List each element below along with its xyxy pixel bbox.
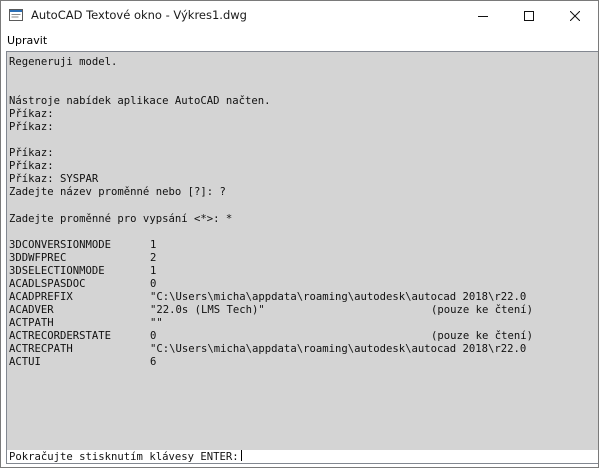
variable-row: 3DDWFPREC 2 <box>9 252 594 265</box>
variable-name: ACTUI <box>9 356 41 369</box>
variable-value: "C:\Users\micha\appdata\roaming\autodesk… <box>150 290 527 303</box>
variable-value: "" <box>150 316 163 329</box>
variable-row: ACADLSPASDOC 0 <box>9 278 594 291</box>
variable-value: 2 <box>150 251 157 264</box>
window-title: AutoCAD Textové okno - Výkres1.dwg <box>31 8 247 22</box>
console-output: Regeneruji model. Nástroje nabídek aplik… <box>9 56 594 448</box>
variable-note: (pouze ke čtení) <box>431 329 534 342</box>
variable-row: ACTRECORDERSTATE 0 (pouze ke čtení) <box>9 330 594 343</box>
variable-row: ACADVER "22.0s (LMS Tech)" (pouze ke čte… <box>9 304 594 317</box>
console-window-icon <box>9 9 23 21</box>
variable-row: ACTPATH "" <box>9 317 594 330</box>
variable-value: 1 <box>150 264 157 277</box>
variable-name: 3DCONVERSIONMODE <box>9 238 112 251</box>
variable-row: 3DSELECTIONMODE 1 <box>9 265 594 278</box>
variable-row: ACTRECPATH "C:\Users\micha\appdata\roami… <box>9 343 594 356</box>
variable-name: ACTRECPATH <box>9 343 73 356</box>
text-window: AutoCAD Textové okno - Výkres1.dwg Uprav… <box>0 0 599 468</box>
close-button[interactable] <box>552 1 598 31</box>
menu-item-edit[interactable]: Upravit <box>7 34 47 47</box>
console-line: Příkaz: <box>9 160 54 173</box>
variable-row: ACTUI 6 <box>9 356 594 369</box>
variable-value: 6 <box>150 356 157 369</box>
console-line: Příkaz: SYSPAR <box>9 173 99 186</box>
console-line: Příkaz: <box>9 121 54 134</box>
text-cursor <box>240 450 242 461</box>
prompt-text: Pokračujte stisknutím klávesy ENTER: <box>9 451 239 463</box>
console-line: Zadejte název proměnné nebo [?]: ? <box>9 186 226 199</box>
variable-name: 3DDWFPREC <box>9 251 67 264</box>
variable-value: 0 <box>150 329 157 342</box>
variable-note: (pouze ke čtení) <box>431 303 534 316</box>
menu-bar: Upravit <box>1 31 598 51</box>
variable-name: ACADPREFIX <box>9 290 73 303</box>
command-prompt[interactable]: Pokračujte stisknutím klávesy ENTER: <box>7 450 598 463</box>
title-bar[interactable]: AutoCAD Textové okno - Výkres1.dwg <box>1 1 598 31</box>
console-area[interactable]: Regeneruji model. Nástroje nabídek aplik… <box>6 51 598 464</box>
variable-row: 3DCONVERSIONMODE 1 <box>9 239 594 252</box>
variable-name: 3DSELECTIONMODE <box>9 264 105 277</box>
variable-name: ACADVER <box>9 303 54 316</box>
variable-name: ACADLSPASDOC <box>9 277 86 290</box>
variable-value: 0 <box>150 277 157 290</box>
console-line: Příkaz: <box>9 108 54 121</box>
variable-value: 1 <box>150 238 157 251</box>
maximize-icon <box>524 11 534 21</box>
minimize-icon <box>478 16 488 17</box>
maximize-button[interactable] <box>506 1 552 31</box>
variable-row: ACADPREFIX "C:\Users\micha\appdata\roami… <box>9 291 594 304</box>
console-line: Nástroje nabídek aplikace AutoCAD načten… <box>9 95 271 108</box>
minimize-button[interactable] <box>460 1 506 31</box>
console-line: Příkaz: <box>9 147 54 160</box>
close-icon <box>570 11 580 21</box>
variable-name: ACTRECORDERSTATE <box>9 329 112 342</box>
console-line: Regeneruji model. <box>9 56 118 68</box>
variable-value: "C:\Users\micha\appdata\roaming\autodesk… <box>150 343 527 356</box>
variable-value: "22.0s (LMS Tech)" <box>150 303 265 316</box>
console-line: Zadejte proměnné pro vypsání <*>: * <box>9 212 233 225</box>
variable-name: ACTPATH <box>9 316 54 329</box>
